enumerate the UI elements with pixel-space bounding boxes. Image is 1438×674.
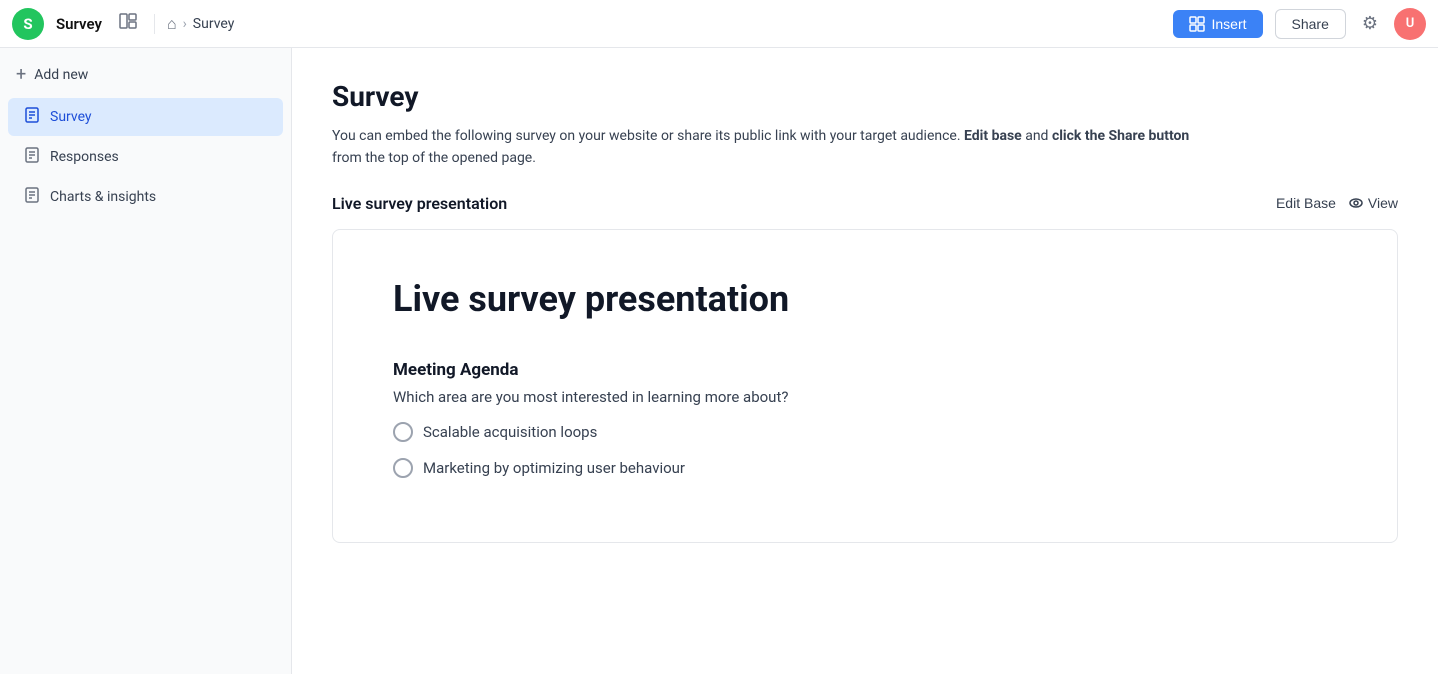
home-icon[interactable]: ⌂ [167, 14, 177, 34]
nav-divider [154, 14, 155, 34]
page-description: You can embed the following survey on yo… [332, 125, 1398, 170]
sidebar-item-survey-label: Survey [50, 109, 92, 125]
edit-base-button[interactable]: Edit Base [1276, 195, 1336, 211]
survey-question: Which area are you most interested in le… [393, 388, 1337, 406]
settings-icon[interactable]: ⚙ [1358, 9, 1382, 38]
radio-option-2[interactable]: Marketing by optimizing user behaviour [393, 458, 1337, 478]
radio-label-1: Scalable acquisition loops [423, 423, 597, 441]
avatar[interactable]: U [1394, 8, 1426, 40]
survey-icon [24, 107, 40, 127]
section-header: Live survey presentation Edit Base View [332, 194, 1398, 213]
plus-icon: + [16, 64, 26, 85]
section-actions: Edit Base View [1276, 195, 1398, 211]
survey-card-title: Live survey presentation [393, 278, 1337, 320]
view-button[interactable]: View [1348, 195, 1398, 211]
sidebar-item-responses-label: Responses [50, 149, 119, 165]
section-title: Live survey presentation [332, 194, 507, 213]
main-content: Survey You can embed the following surve… [292, 48, 1438, 674]
add-new-button[interactable]: + Add new [0, 56, 291, 93]
radio-label-2: Marketing by optimizing user behaviour [423, 459, 685, 477]
radio-circle-2 [393, 458, 413, 478]
app-logo: S [12, 8, 44, 40]
page-title: Survey [332, 80, 1398, 113]
charts-icon [24, 187, 40, 207]
survey-preview-card: Live survey presentation Meeting Agenda … [332, 229, 1398, 543]
share-button[interactable]: Share [1275, 9, 1346, 39]
insert-button[interactable]: Insert [1173, 10, 1262, 38]
sidebar: + Add new Survey [0, 48, 292, 674]
board-icon[interactable] [114, 7, 142, 40]
breadcrumb: ⌂ › Survey [167, 14, 234, 34]
top-nav: S Survey ⌂ › Survey Insert Share ⚙ U [0, 0, 1438, 48]
breadcrumb-current: Survey [193, 16, 235, 32]
app-name: Survey [56, 15, 102, 33]
survey-section-label: Meeting Agenda [393, 360, 1337, 380]
radio-circle-1 [393, 422, 413, 442]
main-layout: + Add new Survey [0, 48, 1438, 674]
sidebar-item-survey[interactable]: Survey [8, 98, 283, 136]
breadcrumb-sep: › [183, 16, 187, 32]
sidebar-item-charts[interactable]: Charts & insights [8, 178, 283, 216]
responses-icon [24, 147, 40, 167]
radio-option-1[interactable]: Scalable acquisition loops [393, 422, 1337, 442]
sidebar-item-charts-label: Charts & insights [50, 189, 156, 205]
sidebar-item-responses[interactable]: Responses [8, 138, 283, 176]
